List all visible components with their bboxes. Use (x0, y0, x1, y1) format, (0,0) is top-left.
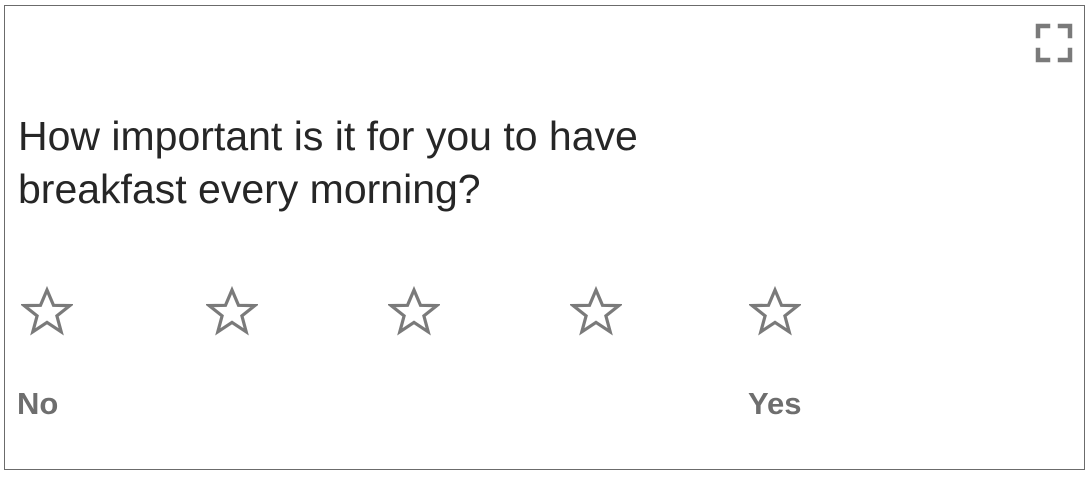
star-outline-icon (21, 286, 73, 336)
question-text: How important is it for you to have brea… (18, 113, 638, 212)
rating-star-4[interactable] (570, 286, 622, 338)
fullscreen-expand-icon (1035, 23, 1073, 63)
rating-question-card: How important is it for you to have brea… (4, 5, 1085, 470)
rating-star-5[interactable] (749, 286, 801, 338)
rating-label-high: Yes (748, 386, 802, 421)
fullscreen-button[interactable] (1035, 23, 1073, 63)
star-outline-icon (749, 286, 801, 336)
star-outline-icon (388, 286, 440, 336)
star-outline-icon (570, 286, 622, 336)
rating-star-3[interactable] (388, 286, 440, 338)
star-outline-icon (206, 286, 258, 336)
rating-star-2[interactable] (206, 286, 258, 338)
rating-star-1[interactable] (21, 286, 73, 338)
rating-label-low: No (17, 386, 59, 421)
